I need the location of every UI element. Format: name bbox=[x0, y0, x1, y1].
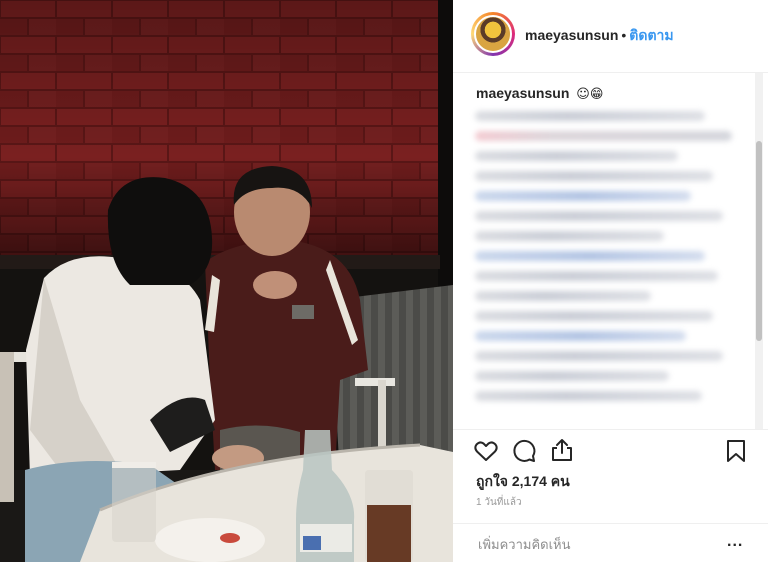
comment-bubble-icon[interactable] bbox=[511, 438, 537, 464]
post-header: maeyasunsun • ติดตาม bbox=[453, 0, 768, 73]
avatar-story-ring[interactable] bbox=[471, 12, 515, 56]
caption-text: ☺ bbox=[576, 87, 590, 102]
post-timestamp[interactable]: 1 วันที่แล้ว bbox=[476, 495, 522, 510]
comment-input[interactable] bbox=[476, 533, 720, 555]
username-link[interactable]: maeyasunsun bbox=[525, 27, 618, 43]
comments-area[interactable]: maeyasunsun ☺😁 bbox=[453, 73, 768, 429]
add-comment-section: ... bbox=[453, 523, 768, 564]
share-icon[interactable] bbox=[549, 437, 575, 463]
comments-scrollbar[interactable] bbox=[755, 73, 763, 429]
blurred-comments bbox=[475, 111, 745, 421]
likes-count[interactable]: ถูกใจ 2,174 คน bbox=[476, 471, 570, 493]
ellipsis-icon[interactable]: ... bbox=[727, 533, 743, 551]
caption-emoji: 😁 bbox=[589, 87, 604, 102]
separator-dot: • bbox=[621, 27, 627, 43]
photo-scene bbox=[0, 0, 453, 562]
caption: maeyasunsun ☺😁 bbox=[476, 84, 603, 104]
avatar[interactable] bbox=[474, 15, 512, 53]
post-actions: ถูกใจ 2,174 คน 1 วันที่แล้ว ... bbox=[453, 429, 768, 555]
post-photo[interactable] bbox=[0, 0, 453, 562]
scrollbar-thumb[interactable] bbox=[756, 141, 762, 341]
follow-button[interactable]: ติดตาม bbox=[629, 27, 673, 43]
heart-icon[interactable] bbox=[473, 438, 499, 464]
caption-username[interactable]: maeyasunsun bbox=[476, 85, 569, 101]
header-text: maeyasunsun • ติดตาม bbox=[525, 26, 674, 44]
bookmark-icon[interactable] bbox=[723, 438, 749, 464]
post-sidebar: maeyasunsun • ติดตาม maeyasunsun ☺😁 ถูกใ… bbox=[453, 0, 768, 562]
